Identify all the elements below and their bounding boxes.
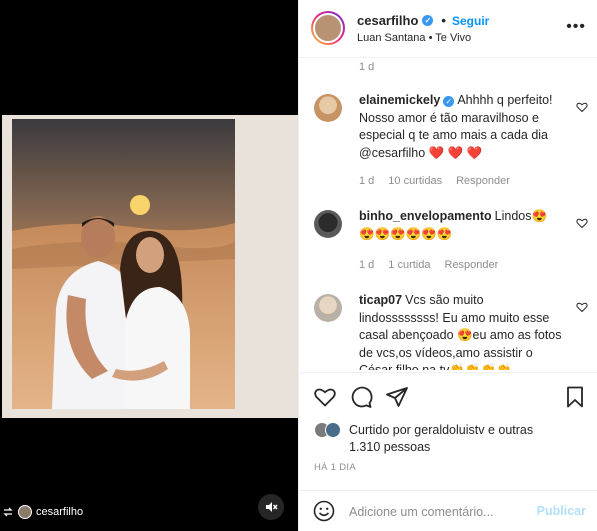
commenter-username[interactable]: elainemickely xyxy=(359,93,440,107)
separator-dot: • xyxy=(441,13,446,28)
mute-button[interactable] xyxy=(258,494,284,520)
posted-time: HÁ 1 DIA xyxy=(314,462,356,473)
verified-icon: ✓ xyxy=(422,15,434,26)
comment-time: 1 d xyxy=(359,175,375,187)
repost-icon xyxy=(3,507,13,517)
comment-body: elainemickely ✓ Ahhhh q perfeito! Nosso am… xyxy=(359,92,564,162)
media-area: cesarfilho xyxy=(0,0,298,531)
post-header: cesarfilho ✓ • Seguir Luan Santana • Te … xyxy=(299,0,597,58)
liker-avatar[interactable] xyxy=(325,422,341,438)
commenter-username[interactable]: ticap07 xyxy=(359,293,402,307)
post-actions-bar xyxy=(299,372,597,420)
post-photo-frame xyxy=(2,115,298,418)
owner-line: cesarfilho ✓ • Seguir xyxy=(357,13,489,28)
comment-time: 1 d xyxy=(359,259,375,271)
heart-outline-icon[interactable] xyxy=(576,301,588,313)
more-options-icon[interactable]: ••• xyxy=(566,18,586,36)
comment-input[interactable] xyxy=(349,502,529,522)
comment-meta: 1 d 1 curtida Responder xyxy=(359,259,498,271)
reply-button[interactable]: Responder xyxy=(445,259,499,271)
comment-likes[interactable]: 1 curtida xyxy=(388,259,430,271)
comment-likes[interactable]: 10 curtidas xyxy=(388,175,442,187)
publish-button[interactable]: Publicar xyxy=(537,504,586,518)
comment-body: binho_envelopamento Lindos😍 😍😍😍😍😍😍 xyxy=(359,208,564,243)
like-heart-icon[interactable] xyxy=(313,385,337,409)
reply-button[interactable]: Responder xyxy=(456,175,510,187)
repost-avatar xyxy=(18,505,32,519)
add-comment-bar: Publicar xyxy=(299,490,597,531)
heart-outline-icon[interactable] xyxy=(576,217,588,229)
save-bookmark-icon[interactable] xyxy=(563,385,587,409)
repost-username[interactable]: cesarfilho xyxy=(36,506,83,518)
verified-icon: ✓ xyxy=(443,96,455,108)
likes-summary: Curtido por geraldoluistv e outras 1.310… xyxy=(314,422,559,456)
commenter-avatar[interactable] xyxy=(314,210,342,238)
caption-time: 1 d xyxy=(359,61,375,73)
follow-button[interactable]: Seguir xyxy=(452,14,489,28)
heart-outline-icon[interactable] xyxy=(576,101,588,113)
comment-meta: 1 d 10 curtidas Responder xyxy=(359,175,510,187)
commenter-avatar[interactable] xyxy=(314,294,342,322)
comment-bubble-icon[interactable] xyxy=(349,385,373,409)
likes-text[interactable]: Curtido por geraldoluistv e outras 1.310… xyxy=(349,422,559,456)
owner-avatar[interactable] xyxy=(311,11,345,45)
speaker-muted-icon xyxy=(266,502,278,512)
emoji-icon[interactable] xyxy=(313,500,335,522)
share-paper-plane-icon[interactable] xyxy=(385,385,409,409)
commenter-avatar[interactable] xyxy=(314,94,342,122)
comments-list: 1 d elainemickely ✓ Ahhhh q perfeito! Noss… xyxy=(299,58,597,370)
audio-label[interactable]: Luan Santana • Te Vivo xyxy=(357,32,471,44)
post-details-panel: cesarfilho ✓ • Seguir Luan Santana • Te … xyxy=(298,0,597,531)
comment-body: ticap07 Vcs são muito lindossssssss! Eu a… xyxy=(359,292,564,370)
owner-username[interactable]: cesarfilho xyxy=(357,13,418,28)
repost-credit: cesarfilho xyxy=(2,505,83,519)
post-photo[interactable] xyxy=(12,119,235,409)
commenter-username[interactable]: binho_envelopamento xyxy=(359,209,492,223)
